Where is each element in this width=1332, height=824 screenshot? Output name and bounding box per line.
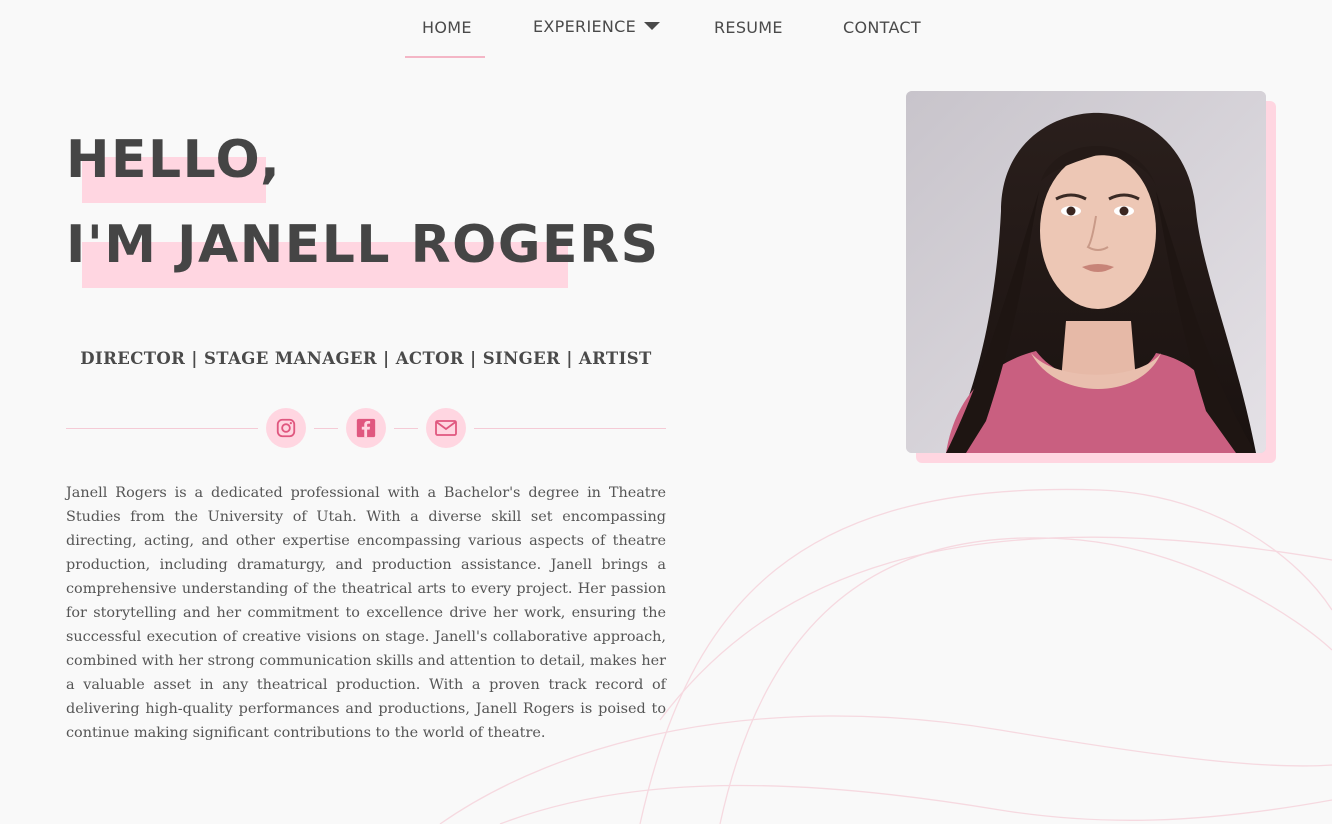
facebook-button[interactable] (346, 408, 386, 448)
nav-active-indicator (405, 56, 485, 58)
caret-down-icon (644, 21, 661, 30)
mail-icon (435, 420, 457, 436)
instagram-button[interactable] (266, 408, 306, 448)
nav-experience-label: EXPERIENCE (533, 17, 637, 36)
divider-line (314, 428, 338, 429)
profile-photo (906, 91, 1266, 453)
email-button[interactable] (426, 408, 466, 448)
greeting-heading: HELLO, (66, 130, 282, 190)
nav-contact-link[interactable]: CONTACT (843, 18, 921, 37)
facebook-icon (356, 418, 376, 438)
nav-home-link[interactable]: HOME (422, 18, 472, 37)
divider-line (394, 428, 418, 429)
top-navigation: HOME EXPERIENCE RESUME CONTACT (0, 0, 1332, 58)
nav-resume-link[interactable]: RESUME (714, 18, 783, 37)
divider-line (474, 428, 666, 429)
roles-subtitle: DIRECTOR | STAGE MANAGER | ACTOR | SINGE… (80, 349, 652, 368)
nav-experience-dropdown[interactable]: EXPERIENCE (533, 17, 661, 36)
divider-line (66, 428, 258, 429)
page: HOME EXPERIENCE RESUME CONTACT HELLO, I'… (0, 0, 1332, 824)
portrait-image (906, 91, 1266, 453)
name-heading: I'M JANELL ROGERS (66, 215, 660, 275)
bio-paragraph: Janell Rogers is a dedicated professiona… (66, 485, 666, 741)
instagram-icon (276, 418, 296, 438)
